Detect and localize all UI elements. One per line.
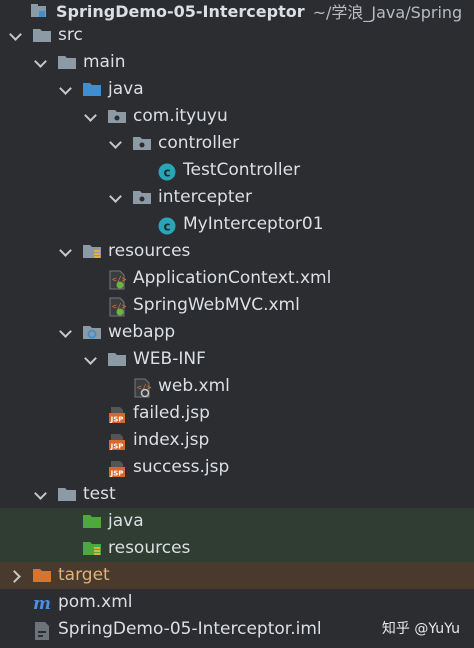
tree-node-label: failed.jsp (133, 403, 210, 423)
tree-node-label: src (58, 25, 83, 45)
tree-node-label: intercepter (158, 187, 252, 207)
project-path: ~/学浪_Java/Spring (312, 3, 463, 22)
svg-text:JSP: JSP (110, 469, 124, 477)
svg-text:c: c (163, 165, 170, 179)
tree-node-resources[interactable]: resources (0, 238, 474, 265)
chevron-down-icon[interactable] (83, 110, 97, 124)
tree-node-label: main (83, 52, 126, 72)
tree-node-label: index.jsp (133, 430, 210, 450)
tree-node-label: controller (158, 133, 240, 153)
package-icon (107, 108, 127, 126)
tree-node-myinterceptor01[interactable]: c MyInterceptor01 (0, 211, 474, 238)
tree-node-pom-xml[interactable]: m pom.xml (0, 589, 474, 616)
chevron-down-icon[interactable] (33, 488, 47, 502)
maven-icon: m (32, 594, 52, 614)
test-resources-folder-icon (82, 540, 102, 558)
tree-node-springwebmvc-xml[interactable]: </> SpringWebMVC.xml (0, 292, 474, 319)
tree-node-target[interactable]: target (0, 562, 474, 589)
tree-node-label: resources (108, 538, 191, 558)
tree-node-label: MyInterceptor01 (183, 214, 324, 234)
class-icon: c (157, 162, 177, 180)
tree-node-com-ityuyu[interactable]: com.ityuyu (0, 103, 474, 130)
chevron-right-icon[interactable] (8, 569, 22, 583)
chevron-down-icon[interactable] (58, 245, 72, 259)
tree-node-label: target (58, 565, 110, 585)
tree-node-label: SpringWebMVC.xml (133, 295, 300, 315)
svg-text:JSP: JSP (110, 442, 124, 450)
tree-node-failed-jsp[interactable]: JSP failed.jsp (0, 400, 474, 427)
tree-node-java[interactable]: java (0, 508, 474, 535)
svg-text:c: c (163, 219, 170, 233)
tree-node-label: ApplicationContext.xml (133, 268, 332, 288)
project-title: SpringDemo-05-Interceptor (56, 1, 305, 21)
tree-node-label: resources (108, 241, 191, 261)
class-icon: c (157, 216, 177, 234)
tree-node-label: test (83, 484, 116, 504)
web-folder-icon (82, 324, 102, 342)
tree-node-label: web.xml (158, 376, 230, 396)
tree-node-index-jsp[interactable]: JSP index.jsp (0, 427, 474, 454)
package-icon (132, 189, 152, 207)
chevron-down-icon[interactable] (58, 83, 72, 97)
tree-node-label: java (108, 511, 144, 531)
jsp-icon: JSP (107, 459, 127, 477)
web-xml-icon: </> (132, 378, 152, 397)
chevron-down-icon[interactable] (58, 326, 72, 340)
chevron-down-icon[interactable] (8, 29, 22, 43)
tree-node-label: webapp (108, 322, 176, 342)
chevron-down-icon[interactable] (33, 56, 47, 70)
tree-node-webapp[interactable]: webapp (0, 319, 474, 346)
svg-text:</>: </> (137, 383, 152, 392)
chevron-down-icon[interactable] (108, 137, 122, 151)
spring-xml-icon: </> (107, 297, 127, 316)
tree-node-label: TestController (183, 160, 301, 180)
tree-node-web-inf[interactable]: WEB-INF (0, 346, 474, 373)
iml-file-icon (32, 621, 52, 640)
spring-xml-icon: </> (107, 270, 127, 289)
folder-icon (57, 486, 77, 504)
module-icon (30, 2, 50, 20)
tree-node-label: WEB-INF (133, 349, 206, 369)
resources-folder-icon (82, 243, 102, 261)
tree-node-label: pom.xml (58, 592, 133, 612)
tree-node-test[interactable]: test (0, 481, 474, 508)
tree-node-label: success.jsp (133, 457, 230, 477)
test-source-folder-icon (82, 513, 102, 531)
tree-node-label: com.ityuyu (133, 106, 228, 126)
tree-node-controller[interactable]: controller (0, 130, 474, 157)
tree-node-label: java (108, 79, 144, 99)
chevron-down-icon[interactable] (83, 353, 97, 367)
watermark: 知乎 @YuYu (381, 621, 460, 637)
package-icon (132, 135, 152, 153)
tree-node-java[interactable]: java (0, 76, 474, 103)
folder-icon (107, 351, 127, 369)
project-tree: SpringDemo-05-Interceptor ~/学浪_Java/Spri… (0, 0, 474, 648)
tree-node-intercepter[interactable]: intercepter (0, 184, 474, 211)
tree-node-web-xml[interactable]: </> web.xml (0, 373, 474, 400)
source-folder-icon (82, 81, 102, 99)
chevron-down-icon[interactable] (108, 191, 122, 205)
tree-node-applicationcontext-xml[interactable]: </> ApplicationContext.xml (0, 265, 474, 292)
tree-node-success-jsp[interactable]: JSP success.jsp (0, 454, 474, 481)
tree-node-main[interactable]: main (0, 49, 474, 76)
svg-text:JSP: JSP (110, 415, 124, 423)
tree-node-resources[interactable]: resources (0, 535, 474, 562)
jsp-icon: JSP (107, 405, 127, 423)
folder-icon (57, 54, 77, 72)
svg-text:m: m (33, 594, 51, 612)
project-root-row[interactable]: SpringDemo-05-Interceptor ~/学浪_Java/Spri… (0, 0, 474, 22)
tree-node-testcontroller[interactable]: c TestController (0, 157, 474, 184)
tree-node-label: SpringDemo-05-Interceptor.iml (58, 619, 322, 639)
excluded-folder-icon (32, 567, 52, 585)
tree-node-src[interactable]: src (0, 22, 474, 49)
folder-icon (32, 27, 52, 45)
jsp-icon: JSP (107, 432, 127, 450)
